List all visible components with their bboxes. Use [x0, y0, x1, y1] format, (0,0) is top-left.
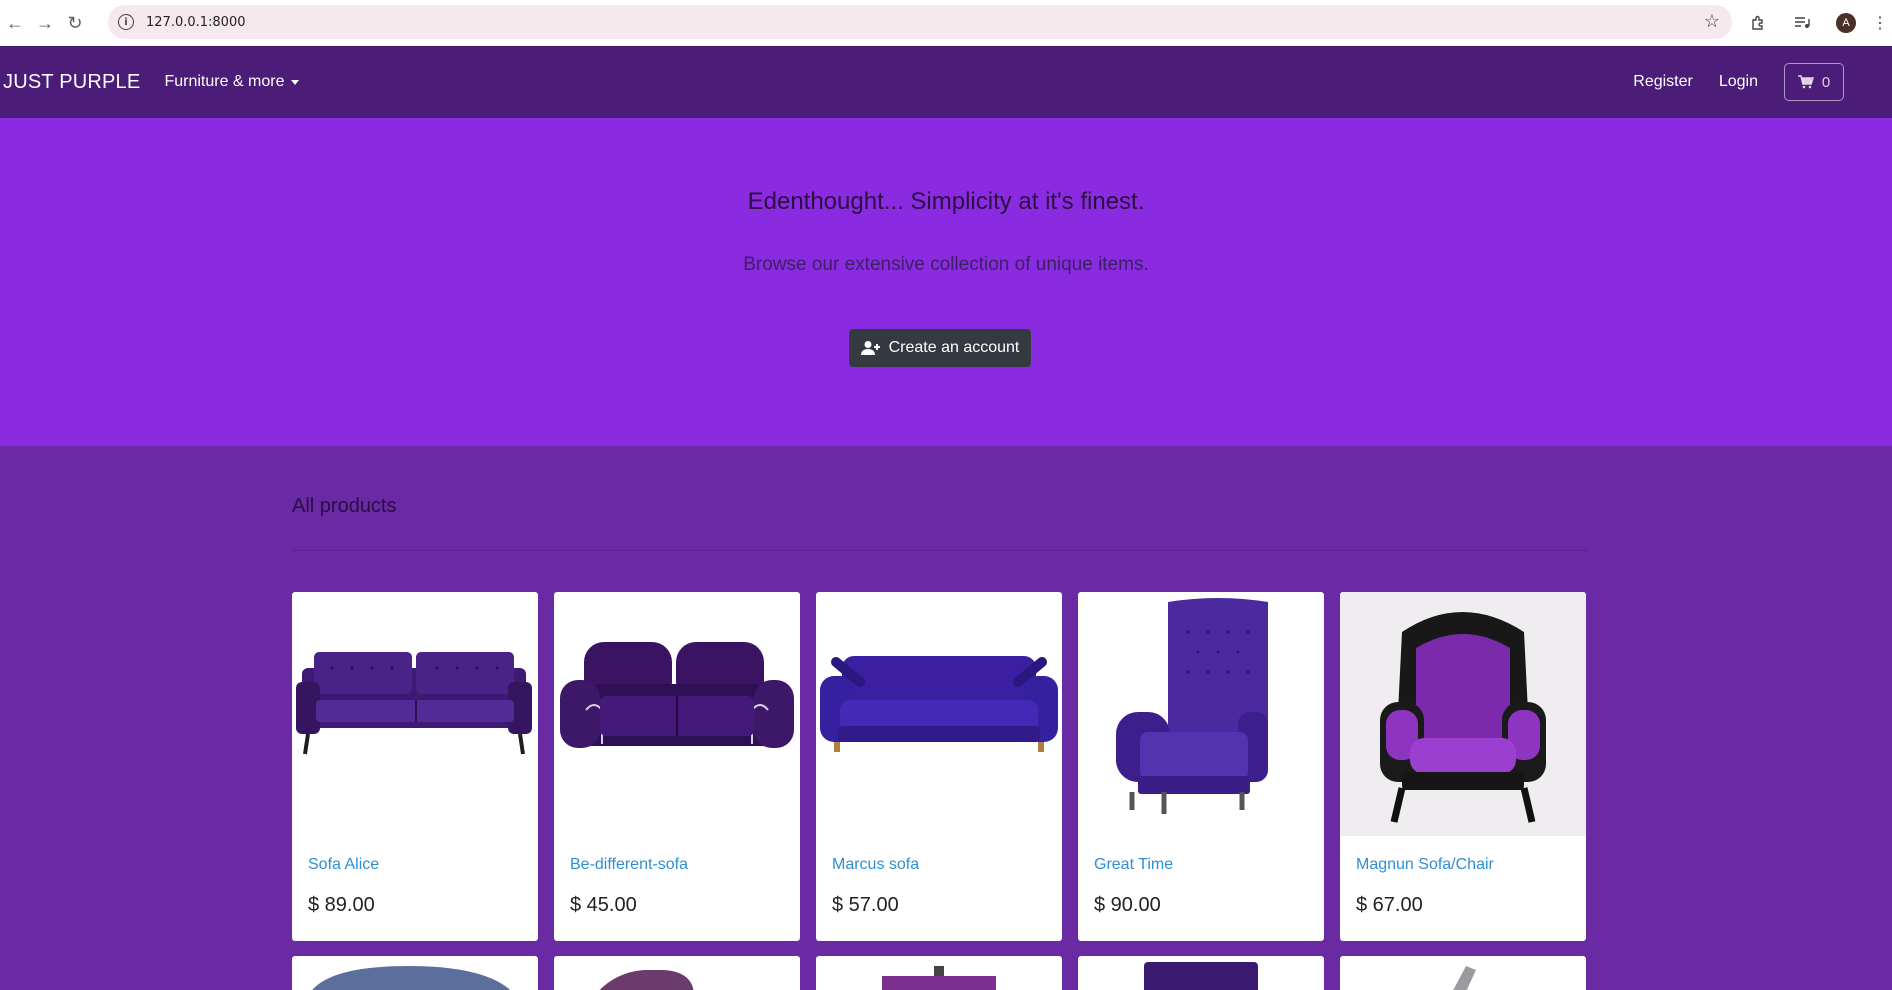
product-price: $ 45.00: [570, 894, 637, 916]
site-info-icon[interactable]: i: [118, 14, 134, 30]
product-name[interactable]: Great Time: [1094, 856, 1173, 874]
brand-logo[interactable]: JUST PURPLE: [3, 71, 140, 94]
create-account-label: Create an account: [888, 339, 1020, 356]
caret-down-icon: [291, 79, 300, 85]
forward-icon[interactable]: →: [30, 8, 60, 38]
product-name[interactable]: Be-different-sofa: [570, 856, 688, 874]
product-price: $ 57.00: [832, 894, 899, 916]
login-link[interactable]: Login: [1719, 73, 1758, 91]
cart-count: 0: [1821, 73, 1831, 91]
product-card-partial[interactable]: [816, 956, 1062, 990]
shopping-cart-icon: [1797, 75, 1814, 89]
dropdown-label: Furniture & more: [164, 73, 285, 90]
reload-icon[interactable]: ↻: [60, 8, 90, 38]
hero-section: Edenthought... Simplicity at it's finest…: [0, 118, 1892, 446]
hero-subtitle: Browse our extensive collection of uniqu…: [743, 254, 1149, 275]
furniture-dropdown[interactable]: Furniture & more: [164, 73, 300, 91]
address-url[interactable]: 127.0.0.1:8000: [146, 15, 246, 30]
address-bar[interactable]: i 127.0.0.1:8000 ☆: [108, 5, 1732, 39]
section-divider: [292, 550, 1588, 551]
create-account-button[interactable]: Create an account: [849, 329, 1031, 367]
product-image[interactable]: [292, 592, 538, 836]
product-name[interactable]: Magnun Sofa/Chair: [1356, 856, 1494, 874]
product-image[interactable]: [1078, 592, 1324, 836]
product-price: $ 89.00: [308, 894, 375, 916]
register-link[interactable]: Register: [1633, 73, 1693, 91]
extensions-icon[interactable]: [1736, 0, 1780, 46]
product-card-partial[interactable]: [1340, 956, 1586, 990]
product-image[interactable]: [1340, 592, 1586, 836]
back-icon[interactable]: ←: [0, 8, 30, 38]
product-price: $ 90.00: [1094, 894, 1161, 916]
product-card-partial[interactable]: [292, 956, 538, 990]
product-price: $ 67.00: [1356, 894, 1423, 916]
product-card[interactable]: Magnun Sofa/Chair $ 67.00: [1340, 592, 1586, 941]
product-card[interactable]: Sofa Alice $ 89.00: [292, 592, 538, 941]
user-plus-icon: [860, 341, 880, 355]
menu-kebab-icon[interactable]: ⋮: [1868, 0, 1892, 46]
product-image[interactable]: [554, 592, 800, 836]
browser-toolbar: ← → ↻ i 127.0.0.1:8000 ☆ A ⋮: [0, 0, 1892, 46]
product-name[interactable]: Sofa Alice: [308, 856, 379, 874]
product-card[interactable]: Great Time $ 90.00: [1078, 592, 1324, 941]
profile-initial: A: [1836, 13, 1856, 33]
product-card[interactable]: Marcus sofa $ 57.00: [816, 592, 1062, 941]
site-navbar: JUST PURPLE Furniture & more Register Lo…: [0, 46, 1892, 118]
profile-avatar[interactable]: A: [1824, 0, 1868, 46]
product-name[interactable]: Marcus sofa: [832, 856, 919, 874]
bookmark-star-icon[interactable]: ☆: [1704, 11, 1720, 32]
products-heading: All products: [292, 495, 397, 517]
product-card[interactable]: Be-different-sofa $ 45.00: [554, 592, 800, 941]
product-image[interactable]: [816, 592, 1062, 836]
hero-title: Edenthought... Simplicity at it's finest…: [747, 188, 1145, 215]
product-card-partial[interactable]: [554, 956, 800, 990]
cart-button[interactable]: 0: [1784, 63, 1844, 101]
product-card-partial[interactable]: [1078, 956, 1324, 990]
media-controls-icon[interactable]: [1780, 0, 1824, 46]
